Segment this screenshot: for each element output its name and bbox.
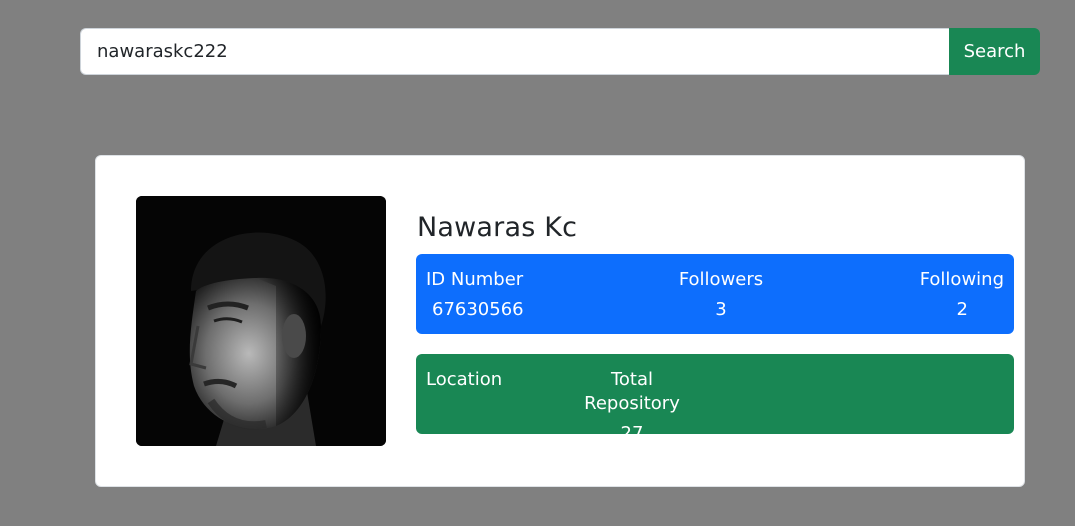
total-repository-label: Total Repository (584, 369, 680, 414)
location-info: Location (426, 368, 502, 398)
following-stat: Following 2 (920, 268, 1004, 322)
followers-value: 3 (715, 299, 727, 320)
location-label: Location (426, 369, 503, 390)
avatar (136, 196, 386, 446)
following-label: Following (919, 269, 1004, 290)
info-panel: Location Total Repository 27 (416, 354, 1014, 444)
profile-card: Nawaras Kc ID Number 67630566 Followers … (95, 155, 1025, 487)
search-button[interactable]: Search (949, 28, 1040, 75)
id-number-stat: ID Number 67630566 (426, 268, 524, 322)
total-repository-info: Total Repository 27 (561, 368, 703, 446)
total-repository-value: 27 (620, 423, 644, 444)
id-number-value: 67630566 (432, 299, 524, 320)
search-bar: Search (80, 28, 1040, 75)
profile-name: Nawaras Kc (417, 212, 578, 243)
followers-stat: Followers 3 (671, 268, 771, 322)
stats-panel: ID Number 67630566 Followers 3 Following… (416, 254, 1014, 334)
following-value: 2 (956, 299, 968, 320)
followers-label: Followers (678, 269, 764, 290)
search-input[interactable] (80, 28, 949, 75)
id-number-label: ID Number (426, 269, 524, 290)
